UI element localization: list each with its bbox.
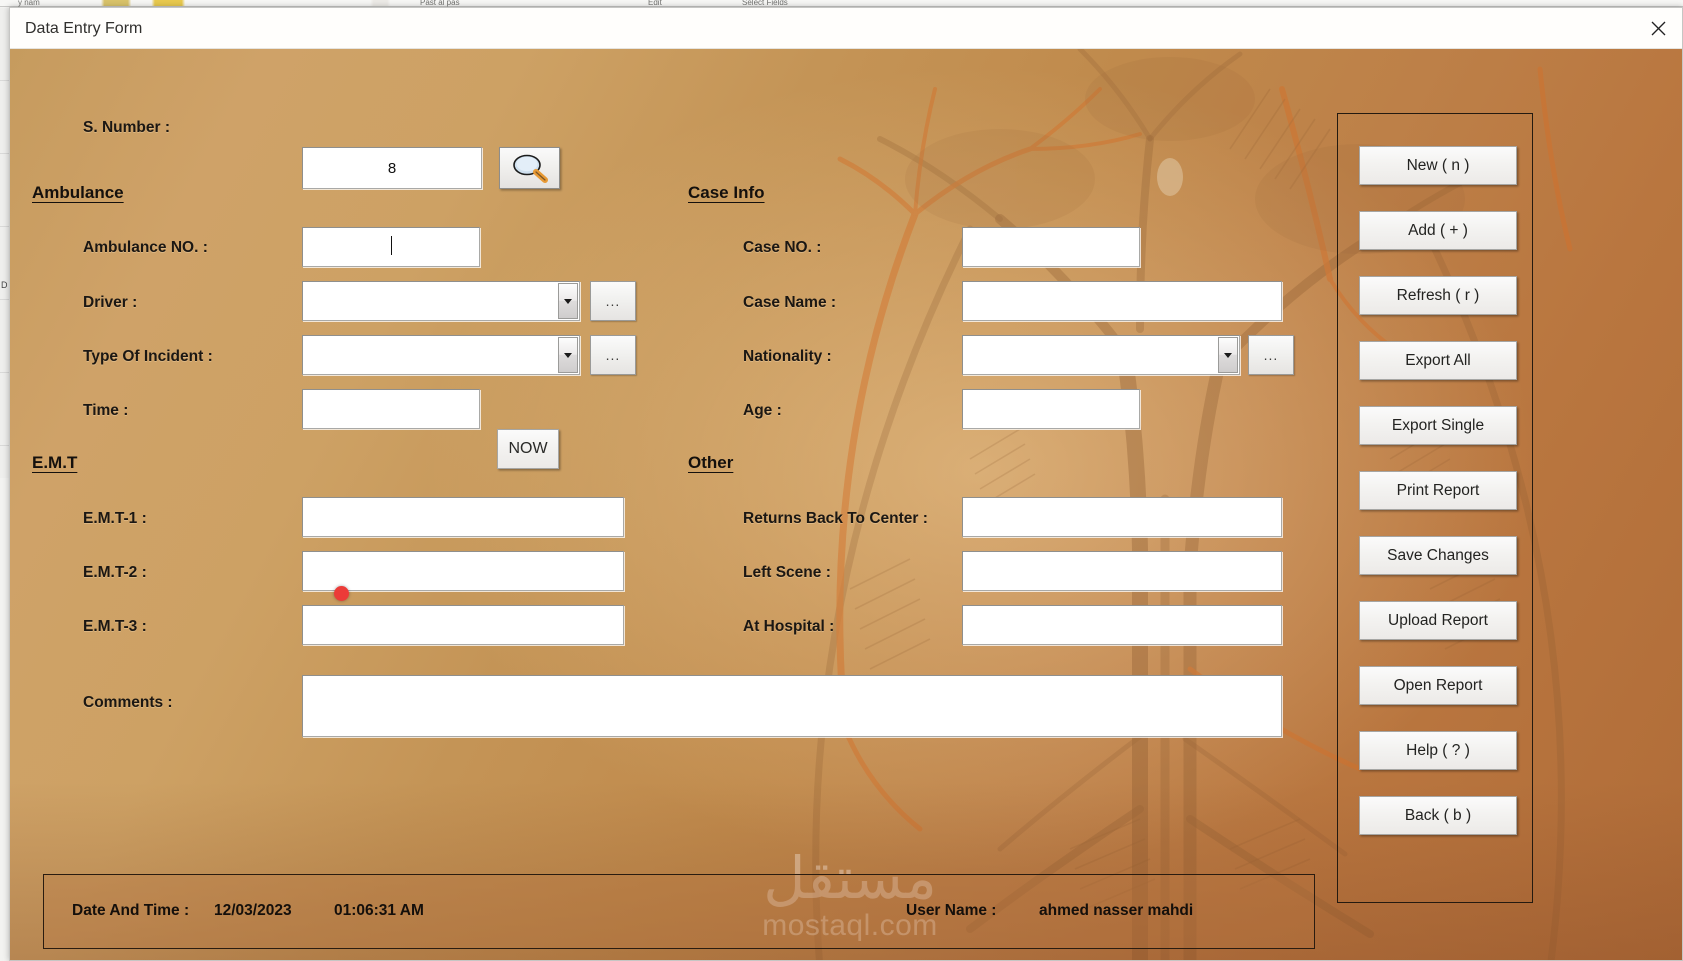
text-caret xyxy=(391,235,392,255)
data-entry-form-window: Data Entry Form S. Number: 8 Ambulance … xyxy=(9,7,1683,961)
click-indicator-dot xyxy=(334,586,349,601)
age-input[interactable] xyxy=(962,389,1140,429)
at-hospital-input[interactable] xyxy=(962,605,1282,645)
nationality-label: Nationality : xyxy=(743,348,832,365)
ambulance-no-input[interactable] xyxy=(302,227,480,267)
magnifier-icon[interactable] xyxy=(499,147,560,189)
type-of-incident-label: Type Of Incident : xyxy=(83,348,213,365)
time-value: 01:06:31 AM xyxy=(334,902,424,919)
returns-back-to-center-label: Returns Back To Center : xyxy=(743,510,928,527)
age-label: Age : xyxy=(743,402,782,419)
title-bar: Data Entry Form xyxy=(10,8,1682,49)
serial-number-label: S. Number : xyxy=(83,119,170,136)
status-bar: Date And Time : 12/03/2023 01:06:31 AM U… xyxy=(43,874,1315,949)
save-changes-button[interactable]: Save Changes xyxy=(1359,536,1517,575)
excel-ribbon-item-2: Edit xyxy=(648,0,662,7)
emt-1-input[interactable] xyxy=(302,497,624,537)
datetime-label: Date And Time : xyxy=(72,902,190,919)
emt-3-input[interactable] xyxy=(302,605,624,645)
left-scene-input[interactable] xyxy=(962,551,1282,591)
type-of-incident-combobox[interactable] xyxy=(302,335,580,375)
case-name-label: Case Name : xyxy=(743,294,837,311)
section-heading-emt: E.M.T xyxy=(32,453,78,472)
new-button[interactable]: New ( n ) xyxy=(1359,146,1517,185)
add-button[interactable]: Add ( + ) xyxy=(1359,211,1517,250)
chevron-down-icon[interactable] xyxy=(558,283,578,319)
comments-label: Comments : xyxy=(83,694,173,711)
upload-report-button[interactable]: Upload Report xyxy=(1359,601,1517,640)
action-button-panel: New ( n ) Add ( + ) Refresh ( r ) Export… xyxy=(1337,113,1533,903)
time-input[interactable] xyxy=(302,389,480,429)
excel-ribbon-item-1: Past al pas xyxy=(420,0,460,7)
export-single-button[interactable]: Export Single xyxy=(1359,406,1517,445)
comments-textarea[interactable] xyxy=(302,675,1282,737)
excel-ribbon-item-0: y nam xyxy=(18,0,40,7)
date-value: 12/03/2023 xyxy=(214,902,292,919)
section-heading-case-info: Case Info xyxy=(688,183,765,202)
type-of-incident-browse-button[interactable]: ... xyxy=(590,335,636,375)
window-title: Data Entry Form xyxy=(25,20,143,37)
back-button[interactable]: Back ( b ) xyxy=(1359,796,1517,835)
emt-1-label: E.M.T-1 : xyxy=(83,510,147,527)
user-name-label: User Name : xyxy=(906,902,997,919)
case-no-label: Case NO. : xyxy=(743,239,822,256)
excel-ribbon-labels: y nam Past al pas Edit Select Fields xyxy=(0,0,1683,7)
case-no-input[interactable] xyxy=(962,227,1140,267)
form-canvas: S. Number : 8 Ambulance Ambulance NO. : … xyxy=(10,49,1682,960)
emt-2-label: E.M.T-2 : xyxy=(83,564,147,581)
time-label: Time : xyxy=(83,402,129,419)
close-icon[interactable] xyxy=(1634,8,1682,48)
driver-browse-button[interactable]: ... xyxy=(590,281,636,321)
emt-3-label: E.M.T-3 : xyxy=(83,618,147,635)
nationality-combobox[interactable] xyxy=(962,335,1240,375)
user-name-value: ahmed nasser mahdi xyxy=(1039,902,1194,919)
nationality-browse-button[interactable]: ... xyxy=(1248,335,1294,375)
case-name-input[interactable] xyxy=(962,281,1282,321)
help-button[interactable]: Help ( ? ) xyxy=(1359,731,1517,770)
excel-ribbon-item-3: Select Fields xyxy=(742,0,788,7)
emt-2-input[interactable] xyxy=(302,551,624,591)
ambulance-no-label: Ambulance NO. : xyxy=(83,239,208,256)
driver-combobox[interactable] xyxy=(302,281,580,321)
section-heading-ambulance: Ambulance xyxy=(32,183,124,202)
returns-back-to-center-input[interactable] xyxy=(962,497,1282,537)
print-report-button[interactable]: Print Report xyxy=(1359,471,1517,510)
export-all-button[interactable]: Export All xyxy=(1359,341,1517,380)
chevron-down-icon[interactable] xyxy=(1218,337,1238,373)
now-button[interactable]: NOW xyxy=(497,429,559,469)
section-heading-other: Other xyxy=(688,453,734,472)
at-hospital-label: At Hospital : xyxy=(743,618,835,635)
serial-number-input[interactable]: 8 xyxy=(302,147,482,189)
driver-label: Driver : xyxy=(83,294,138,311)
left-scene-label: Left Scene : xyxy=(743,564,831,581)
excel-side-letter-d: D xyxy=(1,280,8,290)
refresh-button[interactable]: Refresh ( r ) xyxy=(1359,276,1517,315)
open-report-button[interactable]: Open Report xyxy=(1359,666,1517,705)
chevron-down-icon[interactable] xyxy=(558,337,578,373)
